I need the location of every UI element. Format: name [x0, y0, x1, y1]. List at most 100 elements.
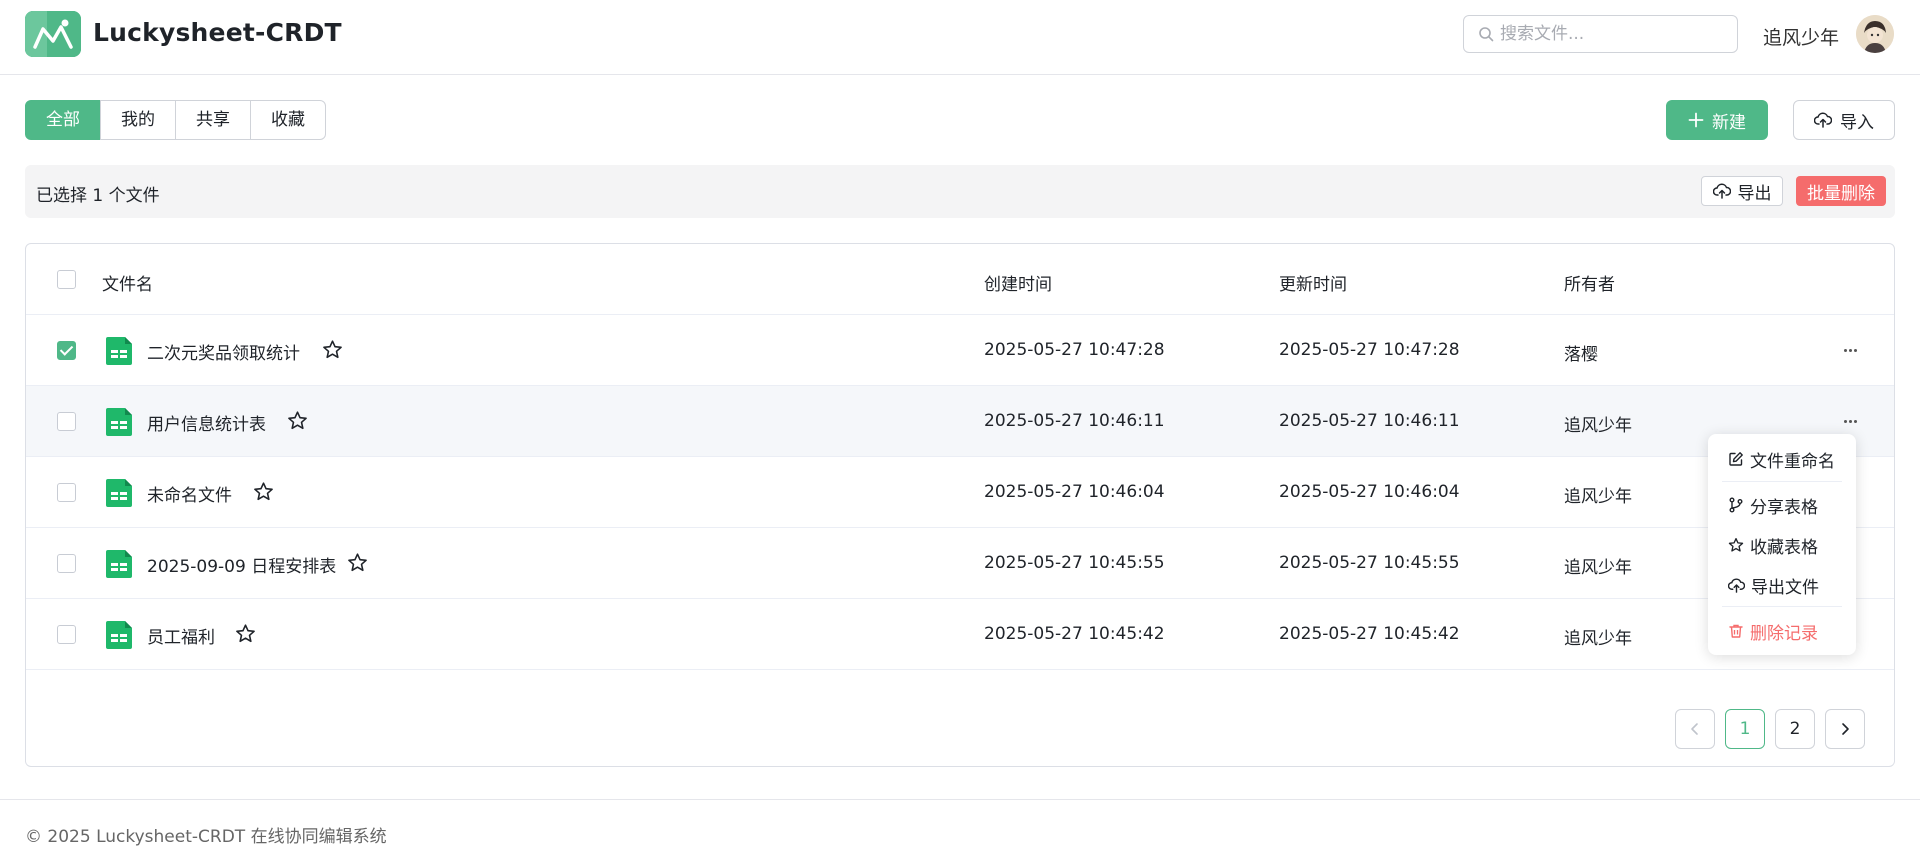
search-box[interactable] [1463, 15, 1738, 53]
menu-item-label: 分享表格 [1750, 497, 1818, 518]
file-table: 文件名 创建时间 更新时间 所有者 二次元奖品领取统计 2025-05-27 1… [25, 243, 1895, 767]
created-time: 2025-05-27 10:47:28 [984, 340, 1165, 360]
created-time: 2025-05-27 10:46:04 [984, 482, 1165, 502]
chevron-right-icon [1842, 723, 1849, 735]
cloud-upload-icon [1814, 112, 1832, 128]
import-button[interactable]: 导入 [1793, 100, 1895, 140]
chevron-left-icon [1691, 723, 1698, 735]
edit-icon [1729, 452, 1743, 466]
trash-icon [1729, 624, 1743, 638]
prev-page-button[interactable] [1675, 709, 1715, 749]
select-all-checkbox[interactable] [57, 270, 76, 289]
updated-time: 2025-05-27 10:46:11 [1279, 411, 1460, 431]
table-row[interactable]: 用户信息统计表 2025-05-27 10:46:11 2025-05-27 1… [26, 386, 1894, 457]
page-2-button[interactable]: 2 [1775, 709, 1815, 749]
row-checkbox[interactable] [57, 412, 76, 431]
table-row[interactable]: 2025-09-09 日程安排表 2025-05-27 10:45:55 202… [26, 528, 1894, 599]
menu-item-delete[interactable]: 删除记录 [1728, 618, 1818, 644]
import-button-label: 导入 [1840, 112, 1874, 133]
batch-delete-button[interactable]: 批量删除 [1796, 176, 1886, 206]
menu-item-label: 文件重命名 [1750, 451, 1835, 472]
new-button-label: 新建 [1712, 112, 1746, 133]
menu-item-share[interactable]: 分享表格 [1728, 492, 1818, 518]
column-header-updated[interactable]: 更新时间 [1279, 270, 1347, 295]
owner: 追风少年 [1564, 558, 1632, 578]
owner: 追风少年 [1564, 629, 1632, 649]
star-icon[interactable] [322, 339, 343, 360]
created-time: 2025-05-27 10:46:11 [984, 411, 1165, 431]
share-branch-icon [1729, 497, 1743, 513]
page-1-button[interactable]: 1 [1725, 709, 1765, 749]
star-icon[interactable] [347, 552, 368, 573]
menu-item-export[interactable]: 导出文件 [1728, 572, 1819, 598]
star-icon[interactable] [235, 623, 256, 644]
row-checkbox[interactable] [57, 625, 76, 644]
next-page-button[interactable] [1825, 709, 1865, 749]
row-context-menu: 文件重命名 分享表格 收藏表格 导出文件 删除记录 [1708, 434, 1856, 655]
spreadsheet-file-icon [106, 621, 132, 649]
more-icon[interactable] [1837, 341, 1863, 359]
selection-bar: 已选择 1 个文件 导出 批量删除 [25, 165, 1895, 218]
star-icon[interactable] [253, 481, 274, 502]
cloud-upload-icon [1712, 183, 1731, 199]
app-title: Luckysheet-CRDT [93, 18, 342, 47]
row-checkbox[interactable] [57, 483, 76, 502]
footer-copyright: © 2025 Luckysheet-CRDT 在线协同编辑系统 [25, 827, 387, 847]
plus-icon [1688, 112, 1704, 128]
spreadsheet-file-icon [106, 408, 132, 436]
app-header: Luckysheet-CRDT 追风少年 [0, 0, 1920, 75]
filter-tabs: 全部 我的 共享 收藏 [25, 100, 326, 140]
row-checkbox[interactable] [57, 554, 76, 573]
export-button-label: 导出 [1737, 183, 1772, 204]
menu-item-rename[interactable]: 文件重命名 [1728, 446, 1835, 472]
created-time: 2025-05-27 10:45:42 [984, 624, 1165, 644]
search-input[interactable] [1500, 16, 1730, 52]
star-icon[interactable] [287, 410, 308, 431]
updated-time: 2025-05-27 10:45:55 [1279, 553, 1460, 573]
tab-shared[interactable]: 共享 [175, 100, 251, 140]
menu-item-label: 收藏表格 [1750, 537, 1818, 558]
table-row[interactable]: 员工福利 2025-05-27 10:45:42 2025-05-27 10:4… [26, 599, 1894, 670]
owner: 落樱 [1564, 345, 1598, 365]
column-header-owner[interactable]: 所有者 [1564, 270, 1615, 295]
file-name[interactable]: 二次元奖品领取统计 [147, 339, 300, 364]
avatar[interactable] [1856, 15, 1894, 53]
owner: 追风少年 [1564, 487, 1632, 507]
app-logo [25, 11, 81, 57]
file-name[interactable]: 未命名文件 [147, 481, 232, 506]
tab-mine[interactable]: 我的 [100, 100, 176, 140]
file-name[interactable]: 2025-09-09 日程安排表 [147, 552, 336, 577]
menu-divider [1722, 606, 1842, 607]
menu-item-label: 删除记录 [1750, 623, 1818, 644]
column-header-name[interactable]: 文件名 [102, 270, 153, 295]
tab-favorites[interactable]: 收藏 [250, 100, 326, 140]
new-button[interactable]: 新建 [1666, 100, 1768, 140]
spreadsheet-file-icon [106, 337, 132, 365]
file-name[interactable]: 用户信息统计表 [147, 410, 266, 435]
page-footer: © 2025 Luckysheet-CRDT 在线协同编辑系统 [0, 799, 1920, 861]
column-header-created[interactable]: 创建时间 [984, 270, 1052, 295]
menu-divider [1722, 481, 1842, 482]
menu-item-favorite[interactable]: 收藏表格 [1728, 532, 1818, 558]
menu-item-label: 导出文件 [1751, 577, 1819, 598]
owner: 追风少年 [1564, 416, 1632, 436]
file-name[interactable]: 员工福利 [147, 623, 215, 648]
table-row[interactable]: 二次元奖品领取统计 2025-05-27 10:47:28 2025-05-27… [26, 315, 1894, 386]
updated-time: 2025-05-27 10:46:04 [1279, 482, 1460, 502]
table-header: 文件名 创建时间 更新时间 所有者 [26, 244, 1894, 315]
created-time: 2025-05-27 10:45:55 [984, 553, 1165, 573]
selection-count-text: 已选择 1 个文件 [36, 186, 160, 206]
updated-time: 2025-05-27 10:47:28 [1279, 340, 1460, 360]
export-button[interactable]: 导出 [1701, 176, 1783, 206]
star-icon [1728, 538, 1744, 552]
more-icon[interactable] [1837, 412, 1863, 430]
user-name[interactable]: 追风少年 [1763, 23, 1839, 50]
tab-all[interactable]: 全部 [25, 100, 101, 140]
updated-time: 2025-05-27 10:45:42 [1279, 624, 1460, 644]
search-icon [1479, 27, 1494, 42]
spreadsheet-file-icon [106, 550, 132, 578]
spreadsheet-file-icon [106, 479, 132, 507]
row-checkbox[interactable] [57, 341, 76, 360]
cloud-upload-icon [1728, 578, 1745, 593]
table-row[interactable]: 未命名文件 2025-05-27 10:46:04 2025-05-27 10:… [26, 457, 1894, 528]
